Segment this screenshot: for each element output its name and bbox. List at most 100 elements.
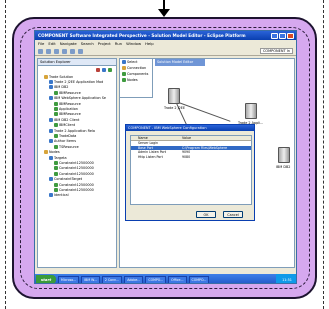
menu-help[interactable]: Help xyxy=(145,41,154,46)
taskbar: start Microso... IBM W... 2 Conn... Adobe..… xyxy=(35,274,296,283)
dashed-guide-right xyxy=(323,0,324,309)
server-icon[interactable] xyxy=(168,88,180,104)
tree-item-label: Constraint12500000 xyxy=(59,166,94,171)
tree-item-label: TSResource xyxy=(59,144,79,149)
folder-icon xyxy=(122,78,126,82)
debug-icon[interactable] xyxy=(70,48,75,54)
menu-run[interactable]: Run xyxy=(115,41,122,46)
tree-node-icon xyxy=(49,128,53,133)
server-icon[interactable] xyxy=(245,103,257,119)
toolbar: COMPONENT In xyxy=(35,47,296,56)
palette-label: Connection xyxy=(127,66,147,70)
arrow-icon xyxy=(122,60,126,64)
tree-item-label: IBM DB2 Client xyxy=(54,117,80,122)
close-button[interactable] xyxy=(287,32,294,39)
solution-explorer: Solution Explorer Trade Solution Trade 2 … xyxy=(37,58,117,268)
tree-item-label: IBMClient xyxy=(59,123,76,128)
tree-node-icon xyxy=(54,171,58,176)
taskbar-button[interactable]: COMPO... xyxy=(188,275,210,283)
clock: 11:51 xyxy=(276,274,296,283)
palette-label: Select xyxy=(127,60,138,64)
connection-icon xyxy=(122,66,126,70)
palette: Select Connection Components Nodes xyxy=(119,58,153,98)
table-row[interactable]: Base Port C:\Program Files\WebSphere xyxy=(131,145,251,151)
search-icon[interactable] xyxy=(78,48,83,54)
tree-node-icon xyxy=(54,101,58,106)
maximize-button[interactable] xyxy=(279,32,286,39)
column-value[interactable]: Value xyxy=(181,136,251,140)
taskbar-button[interactable]: IBM W... xyxy=(81,275,100,283)
column-name[interactable]: Name xyxy=(137,136,181,140)
menu-project[interactable]: Project xyxy=(98,41,111,46)
row-value[interactable]: 9080 xyxy=(181,155,251,159)
tree-node-icon xyxy=(44,74,48,79)
tree-node-icon xyxy=(49,177,53,182)
palette-nodes[interactable]: Nodes xyxy=(120,77,152,83)
tree-node-icon xyxy=(54,182,58,187)
editor-tab[interactable]: Solution Model Editor xyxy=(155,59,205,66)
configuration-dialog: COMPONENT - IBM WebSphere Configuration … xyxy=(125,124,255,221)
tree-item-label: Constraint12500000 xyxy=(59,187,94,192)
run-icon[interactable] xyxy=(62,48,67,54)
print-icon[interactable] xyxy=(54,48,59,54)
palette-label: Components xyxy=(127,72,149,76)
table-row[interactable]: Admin Listen Port 9090 xyxy=(131,150,251,155)
menu-file[interactable]: File xyxy=(38,41,44,46)
cancel-button[interactable]: Cancel xyxy=(223,211,243,218)
taskbar-button[interactable]: Adobe... xyxy=(124,275,144,283)
flow-arrow-head xyxy=(158,9,170,17)
tree-item-label: Trade 2 J2EE Application Mod xyxy=(54,80,104,85)
delete-icon[interactable] xyxy=(96,68,100,72)
taskbar-button[interactable]: Microso... xyxy=(58,275,80,283)
tree-node-icon xyxy=(54,166,58,171)
tree-item[interactable]: Identical xyxy=(40,193,116,198)
row-value[interactable]: C:\Program Files\WebSphere xyxy=(181,146,251,150)
config-table: Name Value Server Login Base Port C:\Progr… xyxy=(130,135,252,205)
table-row[interactable]: Http Listen Port 9080 xyxy=(131,155,251,160)
ok-button[interactable]: OK xyxy=(196,211,216,218)
perspective-switcher[interactable]: COMPONENT In xyxy=(259,48,293,54)
tree-item-label: Trade Solution xyxy=(49,74,74,79)
tree-item-label: Trade 2 Application Rela xyxy=(54,128,95,133)
tree-node-icon xyxy=(54,133,58,138)
menu-bar: File Edit Navigate Search Project Run Wi… xyxy=(35,40,296,47)
row-name: Admin Listen Port xyxy=(138,150,167,155)
tree-item-label: TradeData xyxy=(59,133,77,138)
minimize-button[interactable] xyxy=(271,32,278,39)
save-icon[interactable] xyxy=(46,48,51,54)
collapse-icon[interactable] xyxy=(102,68,106,72)
server-icon[interactable] xyxy=(278,147,290,163)
tree-item-label: Constraint12500000 xyxy=(59,171,94,176)
taskbar-button[interactable]: 2 Conn... xyxy=(101,275,123,283)
tree-item-label: ConstraintTarget xyxy=(54,177,83,182)
tree-item-label: IBMResource xyxy=(59,101,81,106)
tree-item-label: Author Items xyxy=(54,139,76,144)
taskbar-button[interactable]: COMPO... xyxy=(145,275,167,283)
menu-edit[interactable]: Edit xyxy=(48,41,55,46)
tree-item-label: IBMResource xyxy=(59,112,81,117)
menu-navigate[interactable]: Navigate xyxy=(60,41,77,46)
tree-node-icon xyxy=(49,117,53,122)
dialog-title: COMPONENT - IBM WebSphere Configuration xyxy=(126,125,254,131)
palette-label: Nodes xyxy=(127,78,138,82)
menu-window[interactable]: Window xyxy=(126,41,141,46)
tree-node-icon xyxy=(54,90,58,95)
tree-node-icon xyxy=(44,150,48,155)
tree-item-label: IBM WebSphere Application Se xyxy=(54,96,107,101)
new-icon[interactable] xyxy=(38,48,43,54)
start-button[interactable]: start xyxy=(36,275,56,283)
menu-search[interactable]: Search xyxy=(81,41,94,46)
link-icon[interactable] xyxy=(108,68,112,72)
row-value[interactable]: 9090 xyxy=(181,150,251,154)
tree-item-label: Targeta xyxy=(54,155,67,160)
tree-item-label: Identical xyxy=(54,193,69,198)
taskbar-button[interactable]: Office... xyxy=(168,275,187,283)
tree-item-label: Application xyxy=(59,107,78,112)
row-name: Base Port xyxy=(138,145,154,150)
row-name: Http Listen Port xyxy=(138,155,163,160)
folder-icon xyxy=(122,72,126,76)
tree-node-icon xyxy=(54,187,58,192)
tree-node-icon xyxy=(49,85,53,90)
tree-item-label: IBMResource xyxy=(59,90,81,95)
explorer-tab[interactable]: Solution Explorer xyxy=(38,59,116,66)
